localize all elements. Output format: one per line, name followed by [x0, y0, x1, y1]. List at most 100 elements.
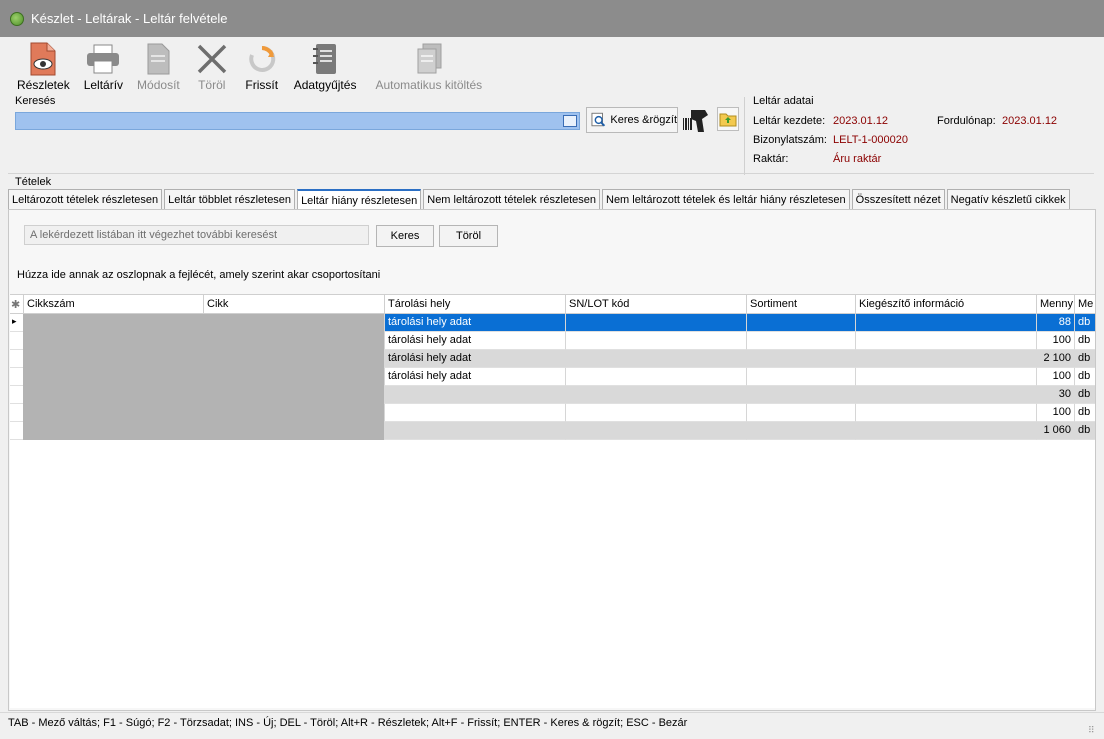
cell-unit[interactable]: db: [1074, 314, 1095, 332]
warehouse-label: Raktár:: [753, 153, 789, 165]
tab-inventory-surplus[interactable]: Leltár többlet részletesen: [164, 189, 296, 210]
cell-quantity[interactable]: 30: [1036, 386, 1074, 404]
modify-button[interactable]: Módosít: [130, 38, 187, 96]
refresh-icon: [244, 41, 280, 77]
toolbar: Részletek Leltárív Módosít Töröl Frissít…: [10, 38, 494, 96]
cell-quantity[interactable]: 100: [1036, 332, 1074, 350]
inventory-data-title: Leltár adatai: [753, 95, 814, 107]
cell-quantity[interactable]: 100: [1036, 404, 1074, 422]
start-date-label: Leltár kezdete:: [753, 115, 826, 127]
cell-assortment[interactable]: [746, 314, 855, 332]
cell-additional-info[interactable]: [855, 386, 1036, 404]
cell-quantity[interactable]: 1 060: [1036, 422, 1074, 440]
cell-storage-location[interactable]: tárolási hely adat: [384, 332, 565, 350]
status-bar-text: TAB - Mező váltás; F1 - Súgó; F2 - Törzs…: [8, 717, 688, 729]
cell-additional-info[interactable]: [855, 368, 1036, 386]
redacted-area: [23, 314, 384, 440]
cell-assortment[interactable]: [746, 422, 855, 440]
resize-grip-icon[interactable]: ⠿: [1088, 725, 1098, 735]
cell-assortment[interactable]: [746, 386, 855, 404]
data-collection-label: Adatgyűjtés: [293, 78, 357, 92]
cell-sn-lot[interactable]: [565, 368, 746, 386]
dropdown-icon[interactable]: [563, 115, 577, 127]
column-header-sn-lot[interactable]: SN/LOT kód: [565, 295, 746, 314]
column-header-additional-info[interactable]: Kiegészítő információ: [855, 295, 1036, 314]
cell-storage-location[interactable]: tárolási hely adat: [384, 314, 565, 332]
printer-icon: [85, 41, 121, 77]
items-section-label: Tételek: [15, 176, 52, 188]
inventory-sheet-button[interactable]: Leltárív: [77, 38, 130, 96]
delete-button[interactable]: Töröl: [187, 38, 237, 96]
search-record-button[interactable]: Keres &rögzít: [586, 107, 678, 133]
cell-sn-lot[interactable]: [565, 422, 746, 440]
row-indicator[interactable]: [10, 350, 23, 368]
refresh-label: Frissít: [245, 78, 279, 92]
cell-sn-lot[interactable]: [565, 404, 746, 422]
cell-unit[interactable]: db: [1074, 386, 1095, 404]
cell-unit[interactable]: db: [1074, 404, 1095, 422]
items-grid: ✱ Cikkszám Cikk Tárolási hely SN/LOT kód…: [10, 294, 1095, 708]
row-indicator[interactable]: [10, 386, 23, 404]
cell-sn-lot[interactable]: [565, 332, 746, 350]
refresh-button[interactable]: Frissít: [237, 38, 287, 96]
tab-summary-view[interactable]: Összesített nézet: [851, 189, 945, 210]
document-details-icon: [25, 41, 61, 77]
notebook-icon: [307, 41, 343, 77]
cell-storage-location[interactable]: [384, 422, 565, 440]
cell-additional-info[interactable]: [855, 404, 1036, 422]
cell-unit[interactable]: db: [1074, 422, 1095, 440]
row-indicator[interactable]: [10, 332, 23, 350]
cell-sn-lot[interactable]: [565, 350, 746, 368]
tab-inventory-shortage[interactable]: Leltár hiány részletesen: [297, 189, 422, 210]
cell-additional-info[interactable]: [855, 314, 1036, 332]
filter-clear-button[interactable]: Töröl: [439, 225, 498, 247]
cell-storage-location[interactable]: [384, 404, 565, 422]
autofill-label: Automatikus kitöltés: [375, 78, 483, 92]
cell-additional-info[interactable]: [855, 332, 1036, 350]
data-collection-button[interactable]: Adatgyűjtés: [287, 38, 364, 96]
cell-assortment[interactable]: [746, 404, 855, 422]
status-bar: TAB - Mező váltás; F1 - Súgó; F2 - Törzs…: [0, 712, 1104, 739]
tab-inventoried-items[interactable]: Leltározott tételek részletesen: [8, 189, 163, 210]
tab-not-inventoried-and-shortage[interactable]: Nem leltározott tételek és leltár hiány …: [602, 189, 850, 210]
warehouse-value: Áru raktár: [833, 153, 882, 165]
cell-quantity[interactable]: 88: [1036, 314, 1074, 332]
tab-negative-stock[interactable]: Negatív készletű cikkek: [946, 189, 1070, 210]
cell-storage-location[interactable]: [384, 386, 565, 404]
cell-assortment[interactable]: [746, 332, 855, 350]
cell-quantity[interactable]: 2 100: [1036, 350, 1074, 368]
column-header-assortment[interactable]: Sortiment: [746, 295, 855, 314]
cell-storage-location[interactable]: tárolási hely adat: [384, 368, 565, 386]
column-header-quantity[interactable]: Menny: [1036, 295, 1074, 314]
cell-sn-lot[interactable]: [565, 386, 746, 404]
column-header-storage-location[interactable]: Tárolási hely: [384, 295, 565, 314]
tab-not-inventoried[interactable]: Nem leltározott tételek részletesen: [423, 189, 600, 210]
row-indicator[interactable]: [10, 404, 23, 422]
row-indicator[interactable]: [10, 368, 23, 386]
column-header-unit[interactable]: Me: [1074, 295, 1095, 314]
search-input[interactable]: [15, 112, 580, 130]
group-by-hint: Húzza ide annak az oszlopnak a fejlécét,…: [17, 269, 381, 281]
cell-unit[interactable]: db: [1074, 350, 1095, 368]
turn-day-value: 2023.01.12: [1002, 115, 1058, 127]
filter-search-button[interactable]: Keres: [376, 225, 434, 247]
cell-additional-info[interactable]: [855, 422, 1036, 440]
cell-quantity[interactable]: 100: [1036, 368, 1074, 386]
cell-unit[interactable]: db: [1074, 332, 1095, 350]
cell-unit[interactable]: db: [1074, 368, 1095, 386]
details-button[interactable]: Részletek: [10, 38, 77, 96]
filter-input[interactable]: A lekérdezett listában itt végezhet tová…: [24, 225, 369, 245]
cell-storage-location[interactable]: tárolási hely adat: [384, 350, 565, 368]
column-header-item[interactable]: Cikk: [203, 295, 384, 314]
cell-additional-info[interactable]: [855, 350, 1036, 368]
cell-assortment[interactable]: [746, 350, 855, 368]
cell-sn-lot[interactable]: [565, 314, 746, 332]
document-number-value: LELT-1-000020: [833, 134, 909, 146]
autofill-button[interactable]: Automatikus kitöltés: [363, 38, 494, 96]
column-header-item-number[interactable]: Cikkszám: [23, 295, 203, 314]
open-folder-button[interactable]: [717, 107, 739, 131]
cell-assortment[interactable]: [746, 368, 855, 386]
barcode-scanner-icon[interactable]: [681, 106, 711, 134]
current-row-indicator-icon[interactable]: ▸: [10, 314, 23, 332]
row-indicator[interactable]: [10, 422, 23, 440]
